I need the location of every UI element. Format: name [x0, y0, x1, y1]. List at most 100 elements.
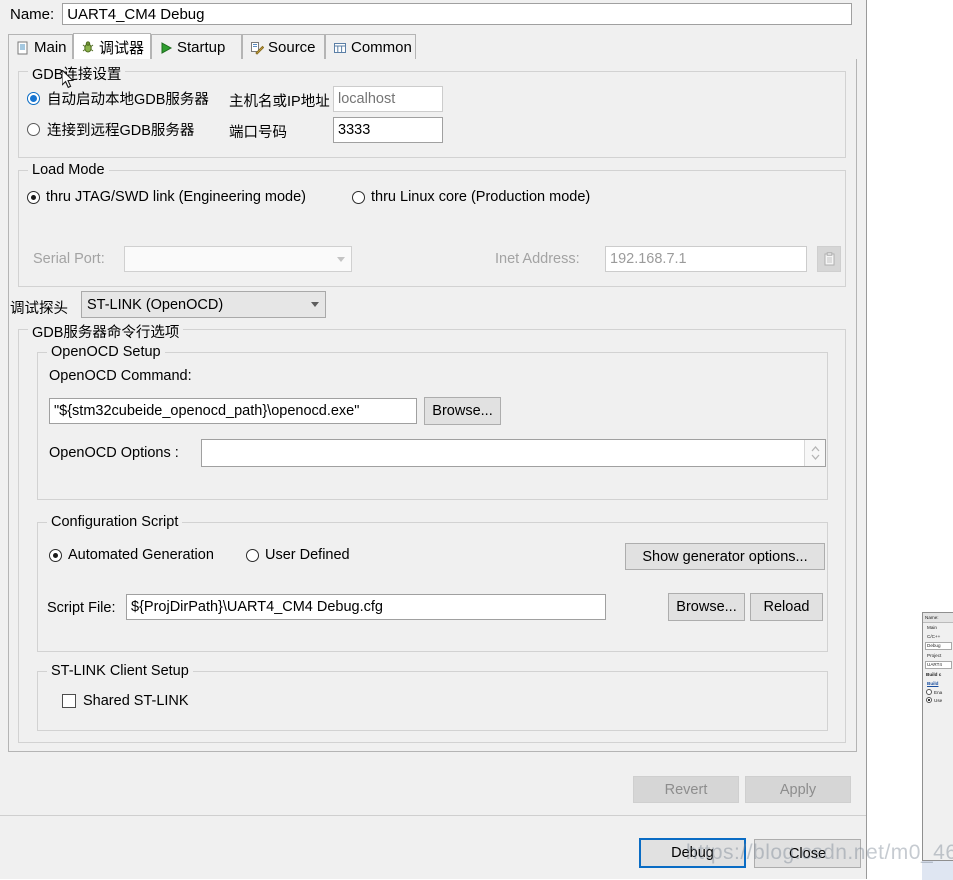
stlink-client-setup-group: ST-LINK Client Setup Shared ST-LINK [37, 663, 828, 731]
mini-dialog-radio-enable-label: Ena [934, 689, 943, 695]
chevron-up-icon [811, 446, 819, 452]
shared-stlink-checkbox[interactable] [62, 694, 76, 708]
revert-button[interactable]: Revert [633, 776, 739, 803]
tab-source[interactable]: Source [242, 34, 325, 60]
chevron-down-icon [337, 256, 345, 262]
show-generator-options-button[interactable]: Show generator options... [625, 543, 825, 570]
source-edit-icon [251, 41, 264, 55]
load-mode-jtag-radio[interactable] [27, 190, 40, 204]
inet-address-input[interactable]: 192.168.7.1 [605, 246, 807, 272]
mini-dialog-radio-enable: Ena [923, 688, 953, 696]
user-defined-radio[interactable] [246, 548, 259, 562]
mini-dialog-label-buildc: Build c [926, 672, 942, 677]
tab-bar: Main 调试器 Startup Source Common [8, 33, 857, 60]
openocd-command-label: OpenOCD Command: [49, 368, 192, 384]
background-mini-dialog: Name: Main C/C++ Debug Project UART4 Bui… [922, 612, 953, 877]
inet-address-label: Inet Address: [495, 251, 580, 267]
gdb-server-options-group-title: GDB服务器命令行选项 [28, 321, 184, 342]
chevron-down-icon [811, 454, 819, 460]
configuration-name-label: Name: [10, 5, 55, 23]
mini-dialog-label-project: Project [927, 653, 942, 658]
openocd-command-input[interactable] [49, 398, 417, 424]
mini-dialog-radio-use: Use [923, 696, 953, 704]
script-file-browse-button[interactable]: Browse... [668, 593, 745, 621]
show-generator-options-label: Show generator options... [642, 548, 808, 565]
script-file-reload-label: Reload [763, 599, 810, 615]
automated-generation-label: Automated Generation [68, 547, 214, 563]
debug-configurations-dialog: Name: Main 调试器 [0, 0, 867, 879]
serial-port-combo[interactable] [124, 246, 352, 272]
load-mode-jtag-label: thru JTAG/SWD link (Engineering mode) [46, 189, 307, 205]
configuration-name-row: Name: [0, 0, 866, 28]
openocd-command-browse-button[interactable]: Browse... [424, 397, 501, 425]
gdb-remote-label: 连接到远程GDB服务器 [47, 123, 195, 139]
load-mode-group-title: Load Mode [28, 162, 109, 178]
mini-dialog-field-project: UART4 [925, 661, 952, 669]
script-file-label: Script File: [47, 600, 116, 616]
script-file-browse-label: Browse... [676, 599, 737, 615]
openocd-options-label: OpenOCD Options : [49, 445, 179, 461]
gdb-auto-start-label: 自动启动本地GDB服务器 [47, 92, 209, 108]
gdb-host-label: 主机名或IP地址 [229, 94, 330, 110]
gdb-port-input[interactable] [333, 117, 443, 143]
apply-button[interactable]: Apply [745, 776, 851, 803]
gdb-remote-radio[interactable] [27, 123, 40, 136]
script-file-input[interactable] [126, 594, 606, 620]
bug-icon [82, 41, 94, 53]
table-icon [334, 42, 346, 53]
openocd-setup-group-title: OpenOCD Setup [47, 344, 165, 360]
document-icon [17, 41, 28, 54]
gdb-server-options-group: GDB服务器命令行选项 OpenOCD Setup OpenOCD Comman… [18, 321, 846, 743]
watermark-text: https://blog.csdn.net/m0_46502825 [686, 841, 953, 864]
mini-dialog-radio-use-label: Use [934, 697, 943, 703]
user-defined-radio-row[interactable]: User Defined [246, 547, 350, 563]
shared-stlink-label: Shared ST-LINK [83, 693, 189, 709]
openocd-setup-group: OpenOCD Setup OpenOCD Command: Browse...… [37, 344, 828, 500]
configuration-name-input[interactable] [62, 3, 853, 25]
tab-startup[interactable]: Startup [151, 34, 242, 60]
gdb-auto-start-radio-row[interactable]: 自动启动本地GDB服务器 [27, 88, 209, 109]
tab-main[interactable]: Main [8, 34, 73, 60]
tab-common[interactable]: Common [325, 34, 416, 60]
mini-dialog-field-debug: Debug [925, 642, 952, 650]
script-file-reload-button[interactable]: Reload [750, 593, 823, 621]
shared-stlink-row[interactable]: Shared ST-LINK [62, 693, 189, 709]
debug-probe-value: ST-LINK (OpenOCD) [87, 296, 224, 313]
tab-debugger-label: 调试器 [99, 39, 145, 57]
gdb-connection-group: GDB连接设置 自动启动本地GDB服务器 主机名或IP地址 连接到远程GDB服务… [18, 63, 846, 158]
gdb-connection-group-title: GDB连接设置 [28, 63, 126, 84]
clipboard-icon [824, 252, 834, 266]
chevron-down-icon [311, 302, 319, 307]
openocd-options-spinner[interactable] [804, 440, 825, 466]
revert-label: Revert [664, 781, 708, 798]
mini-dialog-tab-main: Main [927, 625, 937, 630]
mini-radio-icon [926, 689, 932, 695]
load-mode-jtag-radio-row[interactable]: thru JTAG/SWD link (Engineering mode) [27, 189, 306, 205]
paste-inet-address-button[interactable] [817, 246, 841, 272]
mini-dialog-link-build: Build [927, 681, 939, 686]
stlink-client-setup-group-title: ST-LINK Client Setup [47, 663, 193, 679]
automated-generation-radio-row[interactable]: Automated Generation [49, 547, 214, 563]
configuration-script-group: Configuration Script Automated Generatio… [37, 514, 828, 652]
mini-dialog-tab-cpp: C/C++ [927, 634, 941, 639]
debug-probe-combo[interactable]: ST-LINK (OpenOCD) [81, 291, 326, 318]
tab-source-label: Source [268, 39, 316, 56]
apply-label: Apply [779, 781, 817, 798]
configuration-script-group-title: Configuration Script [47, 514, 183, 530]
serial-port-label: Serial Port: [33, 251, 105, 267]
gdb-auto-start-radio[interactable] [27, 92, 40, 105]
automated-generation-radio[interactable] [49, 548, 62, 562]
tab-common-label: Common [351, 39, 412, 56]
gdb-host-input[interactable] [333, 86, 443, 112]
tab-debugger[interactable]: 调试器 [73, 33, 151, 60]
gdb-remote-radio-row[interactable]: 连接到远程GDB服务器 [27, 119, 194, 140]
load-mode-linux-radio-row[interactable]: thru Linux core (Production mode) [352, 189, 590, 205]
openocd-options-input[interactable] [201, 439, 826, 467]
mini-dialog-titlebar: Name: [923, 613, 953, 623]
load-mode-linux-label: thru Linux core (Production mode) [371, 189, 591, 205]
play-icon [161, 41, 173, 54]
inet-address-value: 192.168.7.1 [610, 251, 687, 267]
load-mode-linux-radio[interactable] [352, 190, 365, 204]
tab-main-label: Main [34, 39, 67, 56]
mini-radio-selected-icon [926, 697, 932, 703]
